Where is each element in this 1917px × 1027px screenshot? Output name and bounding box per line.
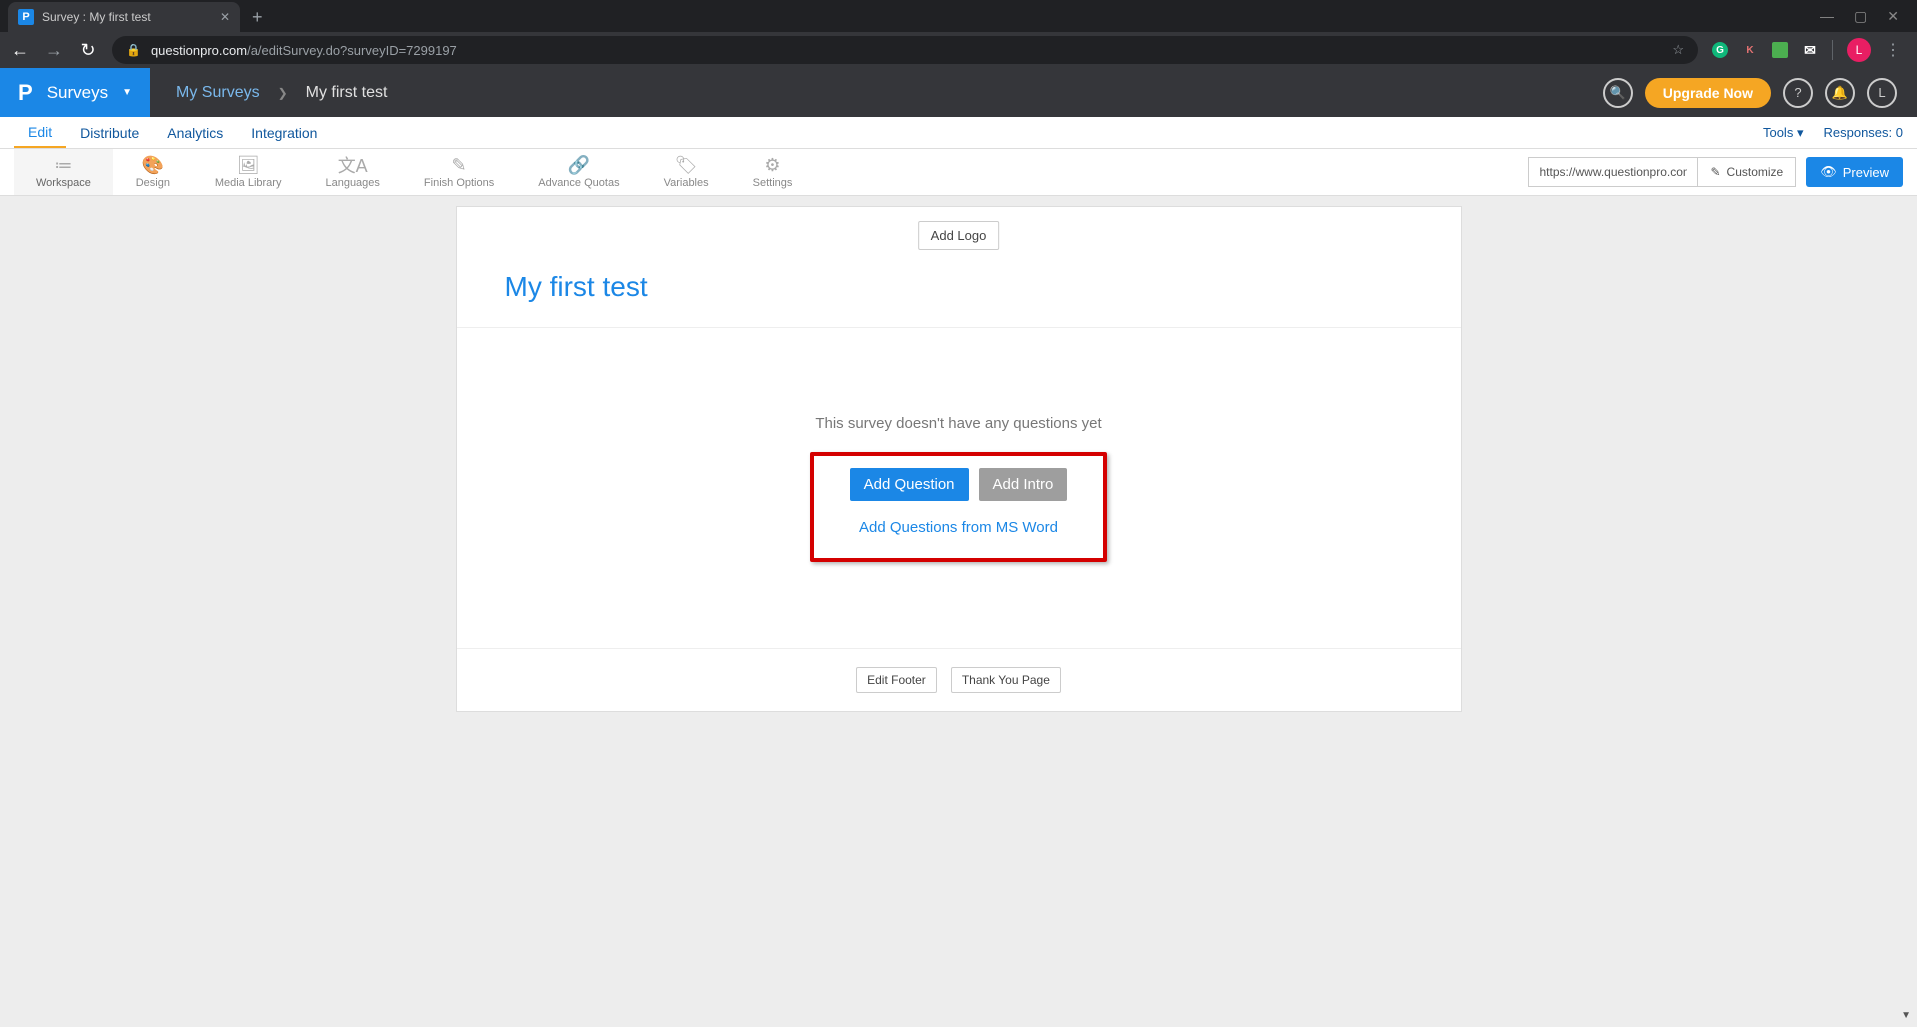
subnav-analytics[interactable]: Analytics: [153, 119, 237, 147]
browser-profile-avatar[interactable]: L: [1847, 38, 1871, 62]
survey-card: Add Logo My first test This survey doesn…: [456, 206, 1462, 712]
back-button-icon[interactable]: ←: [10, 40, 30, 61]
breadcrumb-root[interactable]: My Surveys: [176, 84, 260, 102]
subnav-right: Tools ▾ Responses: 0: [1763, 125, 1903, 141]
pencil-icon: ✎: [1710, 165, 1720, 179]
highlight-box: Add Question Add Intro Add Questions fro…: [810, 452, 1108, 562]
finish-options-icon: ✎: [452, 155, 467, 175]
subnav-distribute[interactable]: Distribute: [66, 119, 153, 147]
edit-footer-button[interactable]: Edit Footer: [856, 667, 937, 693]
sub-nav: Edit Distribute Analytics Integration To…: [0, 117, 1917, 149]
window-minimize-icon[interactable]: —: [1820, 8, 1834, 24]
header-right: 🔍 Upgrade Now ? 🔔 L: [1603, 78, 1917, 108]
languages-icon: 文A: [338, 155, 368, 175]
tools-dropdown[interactable]: Tools ▾: [1763, 125, 1804, 141]
address-bar[interactable]: 🔒 questionpro.com/a/editSurvey.do?survey…: [112, 36, 1698, 64]
chevron-right-icon: ❯: [278, 86, 288, 100]
ribbon-label: Advance Quotas: [538, 177, 619, 189]
ribbon-label: Media Library: [215, 177, 282, 189]
survey-card-header: Add Logo My first test: [457, 207, 1461, 328]
scroll-down-icon[interactable]: ▼: [1901, 1010, 1911, 1021]
surveys-dropdown-label: Surveys: [47, 83, 108, 103]
ribbon-label: Finish Options: [424, 177, 494, 189]
bookmark-star-icon[interactable]: ☆: [1672, 42, 1684, 58]
survey-title[interactable]: My first test: [505, 271, 1413, 303]
grammarly-ext-icon[interactable]: G: [1712, 42, 1728, 58]
ribbon-label: Settings: [753, 177, 793, 189]
tab-favicon: P: [18, 9, 34, 25]
add-intro-button[interactable]: Add Intro: [979, 468, 1068, 501]
design-icon: 🎨: [142, 155, 164, 175]
mail-ext-icon[interactable]: ✉: [1802, 42, 1818, 58]
ribbon-variables[interactable]: 🏷 Variables: [642, 149, 731, 195]
browser-tab-strip: P Survey : My first test ✕ + — ▢ ✕: [0, 0, 1917, 32]
reload-button-icon[interactable]: ↻: [78, 40, 98, 61]
app-header: P Surveys ▼ My Surveys ❯ My first test 🔍…: [0, 68, 1917, 117]
window-maximize-icon[interactable]: ▢: [1854, 8, 1867, 25]
browser-toolbar: ← → ↻ 🔒 questionpro.com/a/editSurvey.do?…: [0, 32, 1917, 68]
empty-state-text: This survey doesn't have any questions y…: [815, 415, 1101, 432]
bell-icon[interactable]: 🔔: [1825, 78, 1855, 108]
preview-button[interactable]: 👁 Preview: [1806, 157, 1903, 187]
browser-menu-icon[interactable]: ⋮: [1885, 40, 1901, 60]
add-from-ms-word-link[interactable]: Add Questions from MS Word: [859, 519, 1058, 536]
app-logo-icon: P: [18, 80, 33, 106]
survey-card-footer: Edit Footer Thank You Page: [457, 648, 1461, 711]
ribbon-workspace[interactable]: ≔ Workspace: [14, 149, 113, 195]
subnav-edit[interactable]: Edit: [14, 118, 66, 148]
divider: [1832, 40, 1833, 60]
add-logo-button[interactable]: Add Logo: [918, 221, 1000, 250]
breadcrumb: My Surveys ❯ My first test: [150, 84, 413, 102]
extension-icons: G K ✉ L ⋮: [1712, 38, 1907, 62]
add-buttons-row: Add Question Add Intro: [850, 468, 1068, 501]
ribbon-finish-options[interactable]: ✎ Finish Options: [402, 149, 516, 195]
k-ext-icon[interactable]: K: [1742, 42, 1758, 58]
chevron-down-icon: ▼: [122, 87, 132, 98]
ribbon-design[interactable]: 🎨 Design: [113, 149, 193, 195]
upgrade-button[interactable]: Upgrade Now: [1645, 78, 1771, 108]
help-icon[interactable]: ?: [1783, 78, 1813, 108]
settings-icon: ⚙: [764, 155, 780, 175]
advance-quotas-icon: 🔗: [568, 155, 590, 175]
ribbon-label: Design: [136, 177, 170, 189]
search-icon[interactable]: 🔍: [1603, 78, 1633, 108]
lock-icon: 🔒: [126, 43, 141, 57]
add-question-button[interactable]: Add Question: [850, 468, 969, 501]
ribbon-label: Variables: [664, 177, 709, 189]
variables-icon: 🏷: [675, 155, 698, 175]
tab-title: Survey : My first test: [42, 10, 151, 24]
user-avatar[interactable]: L: [1867, 78, 1897, 108]
forward-button-icon[interactable]: →: [44, 40, 64, 61]
canvas-area: Add Logo My first test This survey doesn…: [0, 196, 1917, 712]
ribbon-right: ✎ Customize 👁 Preview: [1528, 157, 1903, 187]
url-text: questionpro.com/a/editSurvey.do?surveyID…: [151, 43, 457, 58]
customize-button[interactable]: ✎ Customize: [1698, 157, 1796, 187]
window-close-icon[interactable]: ✕: [1887, 8, 1899, 25]
chevron-down-icon: ▾: [1797, 125, 1804, 140]
browser-tab[interactable]: P Survey : My first test ✕: [8, 2, 240, 32]
survey-body: This survey doesn't have any questions y…: [457, 328, 1461, 648]
ribbon-toolbar: ≔ Workspace 🎨 Design 🖼 Media Library 文A …: [0, 149, 1917, 196]
eye-icon: 👁: [1820, 164, 1837, 180]
ribbon-languages[interactable]: 文A Languages: [303, 149, 401, 195]
subnav-integration[interactable]: Integration: [237, 119, 331, 147]
ribbon-media-library[interactable]: 🖼 Media Library: [193, 149, 304, 195]
logo-block[interactable]: P Surveys ▼: [0, 68, 150, 117]
survey-url-input[interactable]: [1528, 157, 1698, 187]
media-library-icon: 🖼: [237, 155, 260, 175]
close-tab-icon[interactable]: ✕: [220, 10, 230, 24]
workspace-icon: ≔: [54, 155, 72, 175]
thank-you-page-button[interactable]: Thank You Page: [951, 667, 1061, 693]
new-tab-button[interactable]: +: [240, 3, 275, 32]
breadcrumb-current: My first test: [306, 84, 388, 102]
ribbon-label: Languages: [325, 177, 379, 189]
ribbon-settings[interactable]: ⚙ Settings: [731, 149, 815, 195]
responses-link[interactable]: Responses: 0: [1823, 125, 1903, 140]
ribbon-label: Workspace: [36, 177, 91, 189]
window-controls: — ▢ ✕: [1820, 0, 1917, 32]
green-ext-icon[interactable]: [1772, 42, 1788, 58]
ribbon-advance-quotas[interactable]: 🔗 Advance Quotas: [516, 149, 641, 195]
